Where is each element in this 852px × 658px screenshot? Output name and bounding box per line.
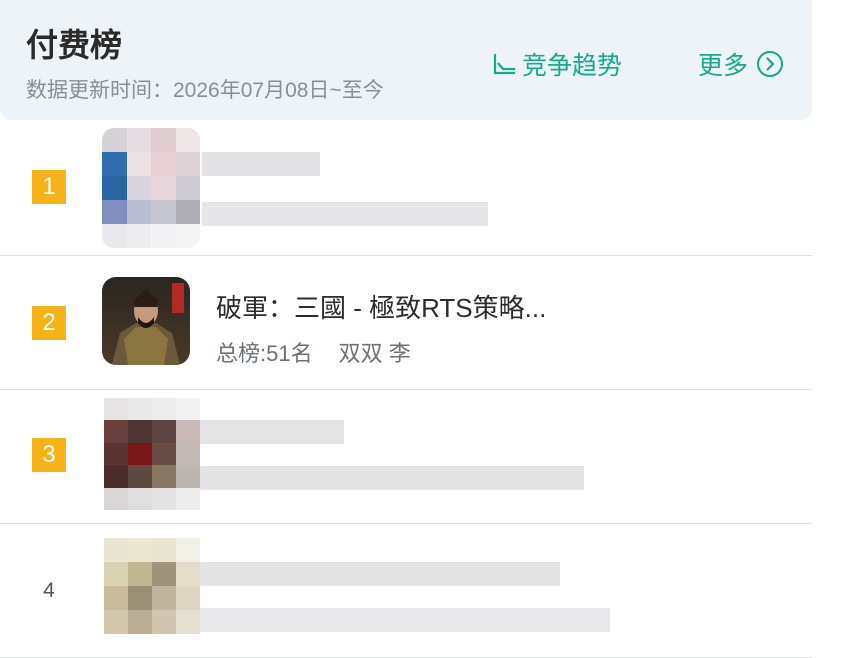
obscured-app-name <box>200 420 344 444</box>
app-icon <box>102 277 190 365</box>
chevron-right-circle-icon <box>757 51 784 77</box>
list-item[interactable]: 4 <box>0 524 812 658</box>
update-time: 数据更新时间：2026年07月08日~至今 <box>26 79 384 102</box>
rank-badge: 2 <box>32 306 66 340</box>
obscured-app-meta <box>202 202 488 226</box>
app-meta: 总榜:51名 双双 李 <box>216 336 411 368</box>
page-title: 付费榜 <box>26 27 123 63</box>
developer-name: 双双 李 <box>338 341 411 366</box>
obscured-app-name <box>200 562 560 586</box>
rank-number: 4 <box>43 579 55 602</box>
app-icon-obscured <box>104 538 200 634</box>
more-button[interactable]: 更多 <box>698 46 784 82</box>
app-name[interactable]: 破軍：三國 - 極致RTS策略... <box>216 288 546 325</box>
obscured-app-meta <box>200 608 610 632</box>
obscured-app-meta <box>200 466 584 490</box>
more-label: 更多 <box>698 52 749 80</box>
list-item[interactable]: 3 <box>0 390 812 524</box>
line-chart-icon <box>493 54 515 75</box>
overall-rank: 总榜:51名 <box>216 341 313 366</box>
obscured-app-name <box>202 152 320 176</box>
list-item[interactable]: 1 <box>0 122 812 256</box>
rank-badge: 1 <box>32 170 66 204</box>
ranking-header: 付费榜 数据更新时间：2026年07月08日~至今 竞争趋势 更多 <box>0 0 812 120</box>
rank-badge: 3 <box>32 438 66 472</box>
list-item[interactable]: 2 破軍：三國 - 極致RTS策略... 总榜:51名 双双 李 <box>0 256 812 390</box>
competition-trend-button[interactable]: 竞争趋势 <box>492 46 622 82</box>
app-icon-obscured <box>102 128 200 248</box>
app-icon-obscured <box>104 398 200 510</box>
trend-label: 竞争趋势 <box>522 52 623 80</box>
